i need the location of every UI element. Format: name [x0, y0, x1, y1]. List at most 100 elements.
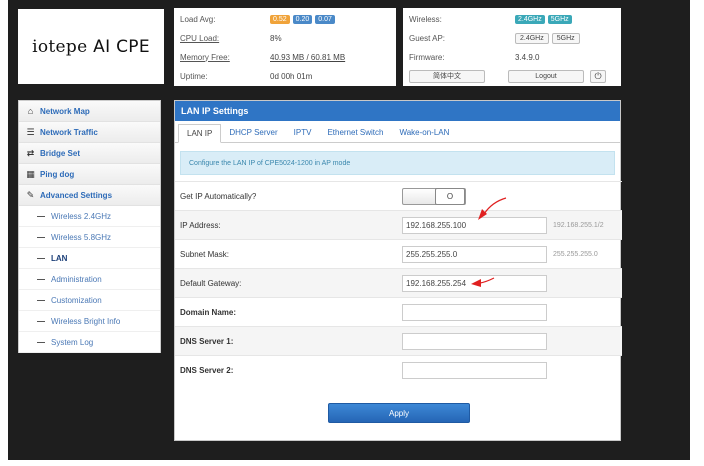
cpu-load-link[interactable]: CPU Load:: [180, 34, 270, 43]
wireless-2g-badge[interactable]: 2.4GHz: [515, 14, 545, 24]
dns1-label: DNS Server 1:: [180, 336, 234, 346]
status-panel-wireless: Wireless: 2.4GHz 5GHz Guest AP: 2.4GHz 5…: [403, 8, 621, 86]
wireless-5g-badge[interactable]: 5GHz: [547, 14, 572, 24]
memory-free-link[interactable]: Memory Free:: [180, 53, 270, 62]
sidebar-sub-lan[interactable]: — LAN: [19, 248, 160, 269]
ip-address-hint: 192.168.255.1/2: [553, 221, 604, 229]
sidebar-sub-label: Administration: [51, 274, 102, 284]
sidebar: ⌂ Network Map ☰ Network Traffic ⇄ Bridge…: [18, 100, 161, 353]
toggle-knob: O: [435, 187, 465, 205]
power-icon[interactable]: ⏻: [590, 69, 606, 83]
sidebar-sub-label: Wireless Bright Info: [51, 316, 121, 326]
load-avg-row: Load Avg: 0.52 0.20 0.07: [180, 12, 390, 26]
sidebar-sub-administration[interactable]: — Administration: [19, 269, 160, 290]
sidebar-item-ping-dog[interactable]: ▦ Ping dog: [19, 164, 160, 185]
dash-icon: —: [37, 253, 45, 263]
subnet-mask-label: Subnet Mask:: [180, 249, 229, 259]
uptime-row: Uptime: 0d 00h 01m: [180, 69, 390, 83]
sidebar-sub-wireless-58[interactable]: — Wireless 5.8GHz: [19, 227, 160, 248]
apply-button[interactable]: Apply: [328, 403, 470, 423]
domain-name-input[interactable]: [402, 303, 547, 321]
sidebar-item-label: Advanced Settings: [40, 190, 113, 200]
sidebar-item-label: Network Traffic: [40, 127, 98, 137]
get-ip-auto-row: Get IP Automatically? O: [175, 181, 622, 210]
sidebar-item-label: Bridge Set: [40, 148, 81, 158]
sidebar-sub-label: Wireless 5.8GHz: [51, 232, 112, 242]
sidebar-sub-label: Customization: [51, 295, 102, 305]
wireless-row: Wireless: 2.4GHz 5GHz: [409, 12, 619, 26]
wrench-icon: ✎: [26, 189, 35, 200]
sidebar-sub-system-log[interactable]: — System Log: [19, 332, 160, 353]
sidebar-item-network-traffic[interactable]: ☰ Network Traffic: [19, 122, 160, 143]
info-note: Configure the LAN IP of CPE5024-1200 in …: [180, 151, 615, 175]
sidebar-sub-label: System Log: [51, 337, 94, 347]
tab-ethernet-switch[interactable]: Ethernet Switch: [319, 123, 391, 142]
cpu-load-value: 8%: [270, 33, 282, 43]
wireless-label: Wireless:: [409, 14, 442, 24]
uptime-label: Uptime:: [180, 71, 208, 81]
dns2-label: DNS Server 2:: [180, 365, 234, 375]
get-ip-auto-label: Get IP Automatically?: [180, 191, 257, 201]
sidebar-sub-label: Wireless 2.4GHz: [51, 211, 112, 221]
load-avg-label: Load Avg:: [180, 14, 216, 24]
list-icon: ☰: [26, 126, 35, 137]
annotation-arrow-gateway: [471, 277, 495, 287]
sidebar-item-bridge-set[interactable]: ⇄ Bridge Set: [19, 143, 160, 164]
lan-ip-settings-panel: LAN IP Settings LAN IP DHCP Server IPTV …: [174, 100, 622, 441]
cpu-load-row: CPU Load: 8%: [180, 31, 390, 45]
load-avg-1: 0.52: [270, 14, 290, 24]
dns2-input[interactable]: [402, 361, 547, 379]
brand-name: iotepe: [32, 36, 88, 57]
sidebar-item-advanced-settings[interactable]: ✎ Advanced Settings: [19, 185, 160, 206]
panel-title: LAN IP Settings: [175, 101, 620, 121]
dash-icon: —: [37, 337, 45, 347]
tab-bar: LAN IP DHCP Server IPTV Ethernet Switch …: [175, 121, 620, 143]
dns1-row: DNS Server 1:: [175, 326, 622, 355]
logout-button[interactable]: Logout: [508, 69, 584, 83]
memory-free-value[interactable]: 40.93 MB / 60.81 MB: [270, 53, 345, 62]
language-button[interactable]: 简体中文: [409, 69, 485, 83]
dash-icon: —: [37, 295, 45, 305]
grid-icon: ▦: [26, 168, 35, 179]
guest-ap-2g-button[interactable]: 2.4GHz: [515, 32, 549, 44]
default-gateway-label: Default Gateway:: [180, 278, 242, 288]
memory-free-row: Memory Free: 40.93 MB / 60.81 MB: [180, 50, 390, 64]
subnet-mask-row: Subnet Mask: 255.255.255.0 255.255.255.0: [175, 239, 622, 268]
sidebar-item-label: Network Map: [40, 106, 90, 116]
guest-ap-label: Guest AP:: [409, 33, 446, 43]
domain-name-row: Domain Name:: [175, 297, 622, 326]
ip-address-label: IP Address:: [180, 220, 221, 230]
tab-dhcp-server[interactable]: DHCP Server: [221, 123, 285, 142]
sidebar-item-network-map[interactable]: ⌂ Network Map: [19, 101, 160, 122]
status-panel-system: Load Avg: 0.52 0.20 0.07 CPU Load: 8% Me…: [174, 8, 396, 86]
firmware-row: Firmware: 3.4.9.0: [409, 50, 619, 64]
shuffle-icon: ⇄: [26, 147, 35, 158]
sidebar-item-label: Ping dog: [40, 169, 75, 179]
firmware-label: Firmware:: [409, 52, 445, 62]
domain-name-label: Domain Name:: [180, 307, 237, 317]
dns2-row: DNS Server 2:: [175, 355, 622, 384]
dash-icon: —: [37, 232, 45, 242]
firmware-version[interactable]: 3.4.9.0: [515, 53, 539, 62]
dash-icon: —: [37, 274, 45, 284]
annotation-arrow-ip: [478, 197, 507, 220]
dns1-input[interactable]: [402, 332, 547, 350]
subnet-mask-hint: 255.255.255.0: [553, 250, 598, 258]
uptime-value: 0d 00h 01m: [270, 71, 313, 81]
brand-suffix: AI CPE: [93, 36, 150, 57]
brand-logo: iotepe AI CPE: [18, 9, 164, 84]
sidebar-sub-label: LAN: [51, 253, 68, 263]
actions-row: 简体中文 Logout ⏻: [409, 69, 619, 83]
home-icon: ⌂: [27, 106, 34, 116]
get-ip-auto-toggle[interactable]: O: [402, 187, 466, 205]
sidebar-sub-wireless-bright-info[interactable]: — Wireless Bright Info: [19, 311, 160, 332]
dash-icon: —: [37, 316, 45, 326]
tab-lan-ip[interactable]: LAN IP: [178, 124, 222, 143]
tab-wake-on-lan[interactable]: Wake-on-LAN: [391, 123, 457, 142]
sidebar-sub-customization[interactable]: — Customization: [19, 290, 160, 311]
subnet-mask-input[interactable]: 255.255.255.0: [402, 245, 547, 263]
sidebar-sub-wireless-24[interactable]: — Wireless 2.4GHz: [19, 206, 160, 227]
tab-iptv[interactable]: IPTV: [286, 123, 320, 142]
load-avg-5: 0.20: [292, 14, 313, 24]
guest-ap-5g-button[interactable]: 5GHz: [551, 32, 580, 44]
